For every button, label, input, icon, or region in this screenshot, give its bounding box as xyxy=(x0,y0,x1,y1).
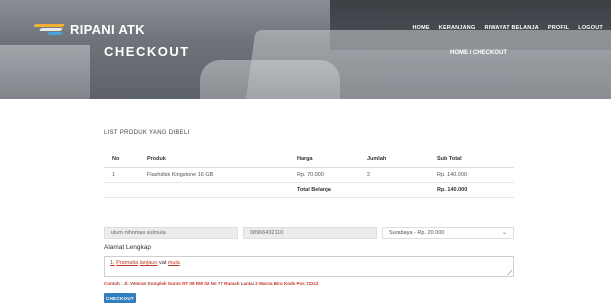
city-select[interactable]: Surabaya - Rp. 20.000 ⌄ xyxy=(382,227,514,239)
nav-riwayat-belanja[interactable]: RIWAYAT BELANJA xyxy=(484,25,538,31)
total-row: Total Belanja Rp. 140.000 xyxy=(104,182,514,198)
cell-no: 1 xyxy=(104,167,139,183)
nav-logout[interactable]: LOGOUT xyxy=(578,25,603,31)
address-textarea[interactable]: 1. Pramatia lanjaun vat mula xyxy=(104,256,514,277)
address-label: Alamat Lengkap xyxy=(104,244,151,251)
address-mid: vat xyxy=(158,260,167,266)
cart-table: No Produk Harga Jumlah Sub Total 1 Flash… xyxy=(104,152,514,198)
total-value: Rp. 140.000 xyxy=(429,182,514,198)
logo-swoosh-icon xyxy=(33,24,65,35)
name-field[interactable]: ulum nihomas sulmula xyxy=(104,227,238,239)
nav-home[interactable]: HOME xyxy=(412,25,429,31)
section-title: LIST PRODUK YANG DIBELI xyxy=(104,130,190,136)
page-title: CHECKOUT xyxy=(104,44,190,59)
column-header-jumlah: Jumlah xyxy=(359,152,429,168)
main-nav: HOME KERANJANG RIWAYAT BELANJA PROFIL LO… xyxy=(412,25,603,31)
resize-handle-icon[interactable] xyxy=(507,270,512,275)
brand-name: RIPANI ATK xyxy=(70,21,145,37)
city-select-value: Surabaya - Rp. 20.000 xyxy=(389,230,445,236)
column-header-harga: Harga xyxy=(289,152,359,168)
nav-keranjang[interactable]: KERANJANG xyxy=(439,25,476,31)
address-hint: Contoh : Jl. Veteran Komplek Gunto RT 08… xyxy=(104,281,319,286)
checkout-button[interactable]: CHECKOUT xyxy=(104,293,136,303)
hero-background-mug xyxy=(0,45,90,99)
address-word-2: lanjaun xyxy=(139,260,158,266)
cell-jumlah: 2 xyxy=(359,167,429,183)
address-prefix: 1. xyxy=(110,260,115,266)
table-header-row: No Produk Harga Jumlah Sub Total xyxy=(104,152,514,168)
column-header-subtotal: Sub Total xyxy=(429,152,514,168)
breadcrumb: HOME / CHECKOUT xyxy=(450,50,507,56)
brand-logo[interactable]: RIPANI ATK xyxy=(33,21,145,37)
nav-profil[interactable]: PROFIL xyxy=(548,25,569,31)
cell-produk: Flashdisk Kingstone 16 GB xyxy=(139,167,289,183)
address-end: mula xyxy=(167,260,180,266)
hero-banner: RIPANI ATK HOME KERANJANG RIWAYAT BELANJ… xyxy=(0,0,611,99)
column-header-no: No xyxy=(104,152,139,168)
total-label: Total Belanja xyxy=(289,182,429,198)
phone-field[interactable]: 08966432110 xyxy=(243,227,377,239)
table-row: 1 Flashdisk Kingstone 16 GB Rp. 70.000 2… xyxy=(104,167,514,183)
chevron-down-icon: ⌄ xyxy=(501,230,507,236)
address-word-1: Pramatia xyxy=(116,260,139,266)
hero-background-pad xyxy=(200,60,340,99)
cell-subtotal: Rp. 140.000 xyxy=(429,167,514,183)
cell-harga: Rp. 70.000 xyxy=(289,167,359,183)
column-header-produk: Produk xyxy=(139,152,289,168)
